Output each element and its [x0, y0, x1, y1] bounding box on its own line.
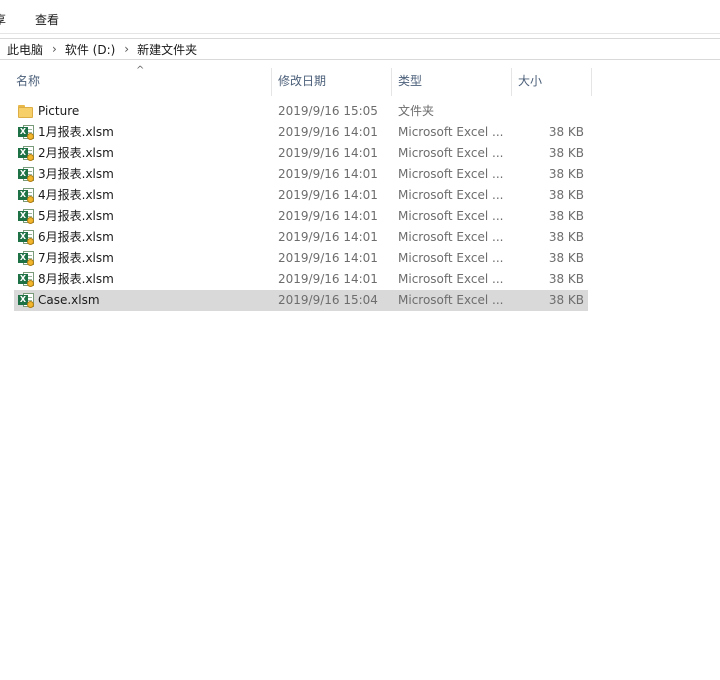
file-date-modified: 2019/9/16 15:05	[278, 104, 378, 118]
address-bar[interactable]: 此电脑 › 软件 (D:) › 新建文件夹	[0, 38, 720, 60]
file-size: 38 KB	[548, 293, 584, 307]
file-row[interactable]: X 1月报表.xlsm 2019/9/16 14:01 Microsoft Ex…	[14, 122, 588, 143]
file-size: 38 KB	[548, 167, 584, 181]
file-name: Picture	[38, 104, 80, 118]
breadcrumb-current-folder[interactable]: 新建文件夹	[137, 41, 197, 58]
excel-macro-icon: X	[18, 251, 34, 266]
excel-macro-icon: X	[18, 188, 34, 203]
file-type: Microsoft Excel ...	[398, 272, 504, 286]
file-row[interactable]: X 3月报表.xlsm 2019/9/16 14:01 Microsoft Ex…	[14, 164, 588, 185]
breadcrumb-drive-d[interactable]: 软件 (D:)	[65, 41, 115, 58]
file-date-modified: 2019/9/16 14:01	[278, 188, 378, 202]
file-date-modified: 2019/9/16 14:01	[278, 272, 378, 286]
column-header-name[interactable]: 名称	[10, 68, 271, 96]
excel-macro-icon: X	[18, 209, 34, 224]
file-date-modified: 2019/9/16 14:01	[278, 146, 378, 160]
file-size: 38 KB	[548, 125, 584, 139]
file-size: 38 KB	[548, 230, 584, 244]
excel-macro-icon: X	[18, 293, 34, 308]
file-name: 8月报表.xlsm	[38, 272, 114, 286]
excel-macro-icon: X	[18, 167, 34, 182]
file-size: 38 KB	[548, 209, 584, 223]
file-date-modified: 2019/9/16 14:01	[278, 125, 378, 139]
file-date-modified: 2019/9/16 15:04	[278, 293, 378, 307]
file-row-picture-folder[interactable]: Picture 2019/9/16 15:05 文件夹	[14, 101, 588, 122]
column-header-type[interactable]: 类型	[392, 68, 510, 96]
file-row[interactable]: X 8月报表.xlsm 2019/9/16 14:01 Microsoft Ex…	[14, 269, 588, 290]
file-name: Case.xlsm	[38, 293, 100, 307]
file-type: Microsoft Excel ...	[398, 293, 504, 307]
file-date-modified: 2019/9/16 14:01	[278, 209, 378, 223]
ribbon-tabs: 享 查看	[0, 0, 720, 34]
file-type: Microsoft Excel ...	[398, 146, 504, 160]
excel-macro-icon: X	[18, 125, 34, 140]
file-name: 7月报表.xlsm	[38, 251, 114, 265]
file-date-modified: 2019/9/16 14:01	[278, 230, 378, 244]
file-type: Microsoft Excel ...	[398, 167, 504, 181]
file-name: 4月报表.xlsm	[38, 188, 114, 202]
file-row-selected[interactable]: X Case.xlsm 2019/9/16 15:04 Microsoft Ex…	[14, 290, 588, 311]
file-row[interactable]: X 2月报表.xlsm 2019/9/16 14:01 Microsoft Ex…	[14, 143, 588, 164]
breadcrumb-separator-icon[interactable]: ›	[52, 42, 57, 56]
file-row[interactable]: X 5月报表.xlsm 2019/9/16 14:01 Microsoft Ex…	[14, 206, 588, 227]
file-name: 2月报表.xlsm	[38, 146, 114, 160]
file-size: 38 KB	[548, 272, 584, 286]
column-divider[interactable]	[591, 68, 592, 96]
file-row[interactable]: X 4月报表.xlsm 2019/9/16 14:01 Microsoft Ex…	[14, 185, 588, 206]
file-date-modified: 2019/9/16 14:01	[278, 251, 378, 265]
file-name: 6月报表.xlsm	[38, 230, 114, 244]
file-type: Microsoft Excel ...	[398, 188, 504, 202]
file-row[interactable]: X 6月报表.xlsm 2019/9/16 14:01 Microsoft Ex…	[14, 227, 588, 248]
folder-icon	[18, 104, 34, 119]
ribbon-tab-share[interactable]: 享	[0, 11, 6, 28]
file-list: Picture 2019/9/16 15:05 文件夹 X 1月报表.xlsm …	[14, 101, 588, 311]
column-header-size[interactable]: 大小	[512, 68, 592, 96]
file-type: Microsoft Excel ...	[398, 125, 504, 139]
file-row[interactable]: X 7月报表.xlsm 2019/9/16 14:01 Microsoft Ex…	[14, 248, 588, 269]
excel-macro-icon: X	[18, 146, 34, 161]
column-header-date-modified[interactable]: 修改日期	[272, 68, 390, 96]
file-date-modified: 2019/9/16 14:01	[278, 167, 378, 181]
file-type: 文件夹	[398, 104, 435, 118]
file-type: Microsoft Excel ...	[398, 251, 504, 265]
excel-macro-icon: X	[18, 272, 34, 287]
column-header: ^ 名称 修改日期 类型 大小	[0, 65, 720, 96]
file-name: 5月报表.xlsm	[38, 209, 114, 223]
file-name: 1月报表.xlsm	[38, 125, 114, 139]
file-size: 38 KB	[548, 188, 584, 202]
file-type: Microsoft Excel ...	[398, 230, 504, 244]
breadcrumb-separator-icon[interactable]: ›	[124, 42, 129, 56]
ribbon-tab-view[interactable]: 查看	[35, 11, 59, 28]
file-type: Microsoft Excel ...	[398, 209, 504, 223]
breadcrumb-this-pc[interactable]: 此电脑	[7, 41, 43, 58]
excel-macro-icon: X	[18, 230, 34, 245]
file-name: 3月报表.xlsm	[38, 167, 114, 181]
file-size: 38 KB	[548, 146, 584, 160]
file-size: 38 KB	[548, 251, 584, 265]
